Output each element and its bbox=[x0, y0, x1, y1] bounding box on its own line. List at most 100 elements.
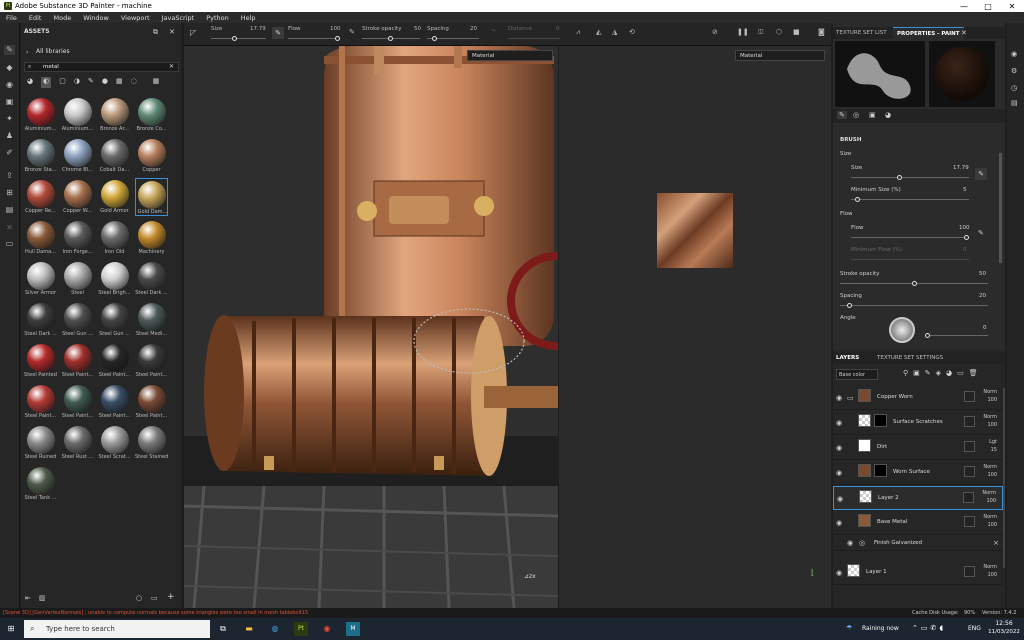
add-effect-icon[interactable]: ⚲ bbox=[903, 369, 913, 377]
asset-thumb[interactable]: Gold Dam... bbox=[135, 178, 168, 216]
angle-dial[interactable] bbox=[889, 317, 915, 343]
asset-thumb[interactable]: Steel Painted bbox=[24, 342, 57, 380]
asset-thumb[interactable]: Bronze Ar... bbox=[98, 96, 131, 134]
asset-thumb[interactable]: Steel Gun ... bbox=[61, 301, 94, 339]
toolbar-flow-value[interactable]: 100 bbox=[330, 26, 341, 32]
layer-checkbox[interactable] bbox=[964, 391, 975, 402]
search-box[interactable]: ⌕ metal ✕ bbox=[24, 62, 179, 72]
asset-thumb[interactable]: Steel Medi... bbox=[135, 301, 168, 339]
windows-start-icon[interactable]: ⊞ bbox=[4, 622, 18, 636]
size-value[interactable]: 17.79 bbox=[953, 165, 969, 171]
input-language[interactable]: ENG bbox=[968, 625, 981, 632]
asset-thumb[interactable]: Steel Paint... bbox=[135, 342, 168, 380]
layer-opacity-value[interactable]: 100 bbox=[983, 471, 997, 479]
asset-thumb[interactable]: Copper bbox=[135, 137, 168, 175]
asset-thumb[interactable]: Steel Paint... bbox=[61, 342, 94, 380]
asset-thumb[interactable]: Steel Dark ... bbox=[135, 260, 168, 298]
brush-tab-icon[interactable]: ✎ bbox=[837, 111, 847, 119]
close-window-button[interactable]: ✕ bbox=[1000, 0, 1024, 12]
smudge-icon[interactable]: ✦ bbox=[4, 114, 15, 124]
clock-time[interactable]: 12:56 bbox=[992, 620, 1016, 627]
asset-thumb[interactable]: Steel Ruined bbox=[24, 424, 57, 462]
asset-thumb[interactable]: Aluminium... bbox=[61, 96, 94, 134]
remove-effect-icon[interactable]: × bbox=[993, 539, 999, 547]
menu-javascript[interactable]: JavaScript bbox=[156, 14, 201, 22]
layer-name[interactable]: Finish Galvanized bbox=[874, 540, 922, 546]
spacing-knob[interactable] bbox=[847, 303, 852, 308]
layer-row[interactable]: ◉ Base Metal Norm 100 bbox=[833, 511, 1003, 535]
add-fill-layer-icon[interactable]: ◈ bbox=[936, 369, 946, 377]
asset-thumb[interactable]: Aluminium... bbox=[24, 96, 57, 134]
asset-thumb[interactable]: Silver Armor bbox=[24, 260, 57, 298]
viewport-2d[interactable]: Material ⌊ bbox=[559, 46, 831, 608]
close-properties-icon[interactable]: ✕ bbox=[961, 29, 967, 37]
toolbar-flow-knob[interactable] bbox=[335, 36, 340, 41]
bake-icon[interactable]: ⇪ bbox=[4, 171, 15, 181]
display-mode-icon[interactable]: ◫ bbox=[758, 28, 764, 35]
folder-icon[interactable]: ▭ bbox=[847, 394, 854, 402]
min-size-value[interactable]: 5 bbox=[963, 187, 967, 193]
filter-environment-icon[interactable]: ● bbox=[102, 77, 108, 88]
pen-pressure-icon[interactable]: ✎ bbox=[272, 27, 284, 39]
layer-name[interactable]: Layer 1 bbox=[866, 569, 887, 575]
toolbar-flow-slider[interactable] bbox=[288, 38, 340, 39]
add-mask-icon[interactable]: ▣ bbox=[913, 369, 925, 377]
library-selector[interactable]: All libraries bbox=[36, 48, 70, 55]
filter-materials-icon[interactable]: ◐ bbox=[41, 77, 52, 88]
size-pressure-icon[interactable]: ✎ bbox=[975, 168, 987, 180]
layer-checkbox[interactable] bbox=[964, 466, 975, 477]
size-slider[interactable] bbox=[851, 177, 969, 178]
undock-icon[interactable]: ⧉ bbox=[153, 28, 158, 37]
layer-checkbox[interactable] bbox=[964, 566, 975, 577]
toolbar-size-slider[interactable] bbox=[211, 38, 266, 39]
layer-mask-thumbnail[interactable] bbox=[874, 414, 887, 427]
layer-checkbox[interactable] bbox=[964, 416, 975, 427]
flow-value[interactable]: 100 bbox=[959, 225, 970, 231]
chevron-right-icon[interactable]: › bbox=[26, 49, 28, 56]
log-icon[interactable]: ▤ bbox=[1011, 99, 1018, 107]
menu-mode[interactable]: Mode bbox=[47, 14, 77, 22]
layer-checkbox[interactable] bbox=[964, 516, 975, 527]
blend-mode-select[interactable]: Norm bbox=[983, 513, 997, 521]
blend-mode-select[interactable]: Norm bbox=[983, 388, 997, 396]
minimize-button[interactable]: — bbox=[952, 0, 976, 12]
uv-icon[interactable]: ⬡ bbox=[776, 28, 782, 36]
app-m-icon[interactable]: M bbox=[346, 622, 360, 636]
asset-thumb[interactable]: Cobalt Da... bbox=[98, 137, 131, 175]
layer-row[interactable]: ◉ Dirt Lgt 15 bbox=[833, 436, 1003, 460]
filter-filters-icon[interactable]: ◌ bbox=[131, 77, 137, 88]
mirror-y-icon[interactable]: ◮ bbox=[612, 28, 617, 36]
tab-properties-paint[interactable]: PROPERTIES - PAINT bbox=[893, 27, 964, 39]
visibility-eye-icon[interactable]: ◉ bbox=[836, 519, 842, 527]
menu-help[interactable]: Help bbox=[235, 14, 262, 22]
layer-opacity-value[interactable]: 15 bbox=[989, 446, 997, 454]
viewport-3d[interactable]: Material ⊿zx bbox=[184, 46, 558, 608]
layer-row[interactable]: ◉ Layer 1 Norm 100 bbox=[833, 561, 1003, 585]
toolbar-stroke-opacity-value[interactable]: 50 bbox=[414, 26, 421, 32]
blend-mode-select[interactable]: Lgt bbox=[989, 438, 997, 446]
rotate-icon[interactable]: ⟲ bbox=[629, 28, 635, 36]
flow-pressure-icon[interactable]: ✎ bbox=[349, 28, 355, 36]
symmetry-icon[interactable]: ⩘ bbox=[576, 28, 580, 37]
uv-channel-select[interactable]: Material bbox=[735, 50, 825, 61]
visibility-eye-icon[interactable]: ◉ bbox=[836, 569, 842, 577]
stroke-opacity-knob[interactable] bbox=[912, 281, 917, 286]
asset-thumb[interactable]: Gold Armor bbox=[98, 178, 131, 216]
material-tab-icon[interactable]: ◕ bbox=[885, 111, 891, 119]
projection-icon[interactable]: ◉ bbox=[4, 80, 15, 90]
screenshot-icon[interactable]: ◙ bbox=[818, 28, 825, 36]
layer-mask-thumbnail[interactable] bbox=[874, 464, 887, 477]
tab-texture-set-settings[interactable]: TEXTURE SET SETTINGS bbox=[877, 355, 943, 361]
toolbar-stroke-opacity-knob[interactable] bbox=[388, 36, 393, 41]
weather-text[interactable]: Raining now bbox=[862, 625, 899, 632]
camera-off-icon[interactable]: ⊘ bbox=[712, 28, 718, 36]
asset-thumb[interactable]: Hull Dama... bbox=[24, 219, 57, 257]
menu-viewport[interactable]: Viewport bbox=[115, 14, 156, 22]
menu-edit[interactable]: Edit bbox=[23, 14, 48, 22]
pause-icon[interactable]: ❚❚ bbox=[737, 28, 749, 36]
layer-checkbox[interactable] bbox=[963, 492, 974, 503]
visibility-eye-icon[interactable]: ◉ bbox=[836, 394, 842, 402]
tab-layers[interactable]: LAYERS bbox=[836, 355, 859, 361]
channel-select[interactable]: Base color bbox=[836, 369, 878, 380]
clone-stamp-icon[interactable]: ♟ bbox=[4, 131, 15, 141]
